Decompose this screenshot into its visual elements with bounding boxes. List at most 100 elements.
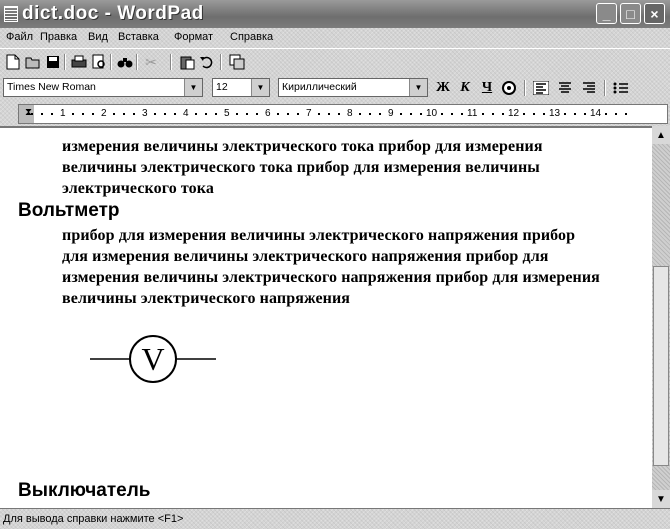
print-icon[interactable]: [70, 53, 88, 71]
undo-icon[interactable]: [198, 53, 216, 71]
script-select[interactable]: Кириллический ▼: [278, 78, 428, 97]
cut-icon[interactable]: ✂: [142, 53, 160, 71]
paste-icon[interactable]: [178, 53, 196, 71]
font-size-select[interactable]: 12 ▼: [212, 78, 270, 97]
close-button[interactable]: ×: [644, 3, 665, 24]
heading-switch: Выключатель: [18, 480, 151, 501]
menu-insert[interactable]: Вставка: [118, 31, 159, 43]
minimize-icon: _: [602, 5, 611, 22]
status-bar: Для вывода справки нажмите <F1>: [0, 508, 670, 529]
format-toolbar: Times New Roman ▼ 12 ▼ Кириллический ▼ Ж…: [0, 75, 670, 101]
ruler-tick: [482, 113, 484, 115]
new-document-icon[interactable]: [4, 53, 22, 71]
ruler-tick: [502, 113, 504, 115]
align-right-icon[interactable]: [580, 79, 598, 97]
doc-line: прибор для измерения величины электричес…: [62, 227, 576, 244]
standard-toolbar: ✂: [0, 48, 670, 75]
ruler-tick: [277, 113, 279, 115]
voltmeter-letter: V: [141, 341, 164, 377]
chevron-down-icon[interactable]: ▼: [409, 79, 427, 96]
ruler-tick: [543, 113, 545, 115]
menu-format[interactable]: Формат: [174, 31, 213, 43]
open-folder-icon[interactable]: [24, 53, 42, 71]
ruler-number: 3: [142, 108, 148, 119]
ruler-tick: [123, 113, 125, 115]
ruler-tick: [174, 113, 176, 115]
ruler-tick: [41, 113, 43, 115]
font-name-value: Times New Roman: [7, 81, 96, 93]
underline-button[interactable]: Ч: [478, 79, 496, 97]
ruler-tick: [584, 113, 586, 115]
vertical-scrollbar[interactable]: ▲ ▼: [652, 126, 670, 508]
ruler-tick: [400, 113, 402, 115]
ruler-tick: [246, 113, 248, 115]
color-palette-icon[interactable]: [500, 79, 518, 97]
ruler-tick: [523, 113, 525, 115]
ruler-number: 2: [101, 108, 107, 119]
print-preview-icon[interactable]: [90, 53, 108, 71]
voltmeter-symbol: V: [90, 335, 216, 383]
doc-line: величины электрического тока прибор для …: [62, 159, 540, 176]
scroll-up-icon[interactable]: ▲: [652, 126, 670, 144]
ruler-number: 11: [467, 108, 478, 119]
menu-help[interactable]: Справка: [230, 31, 273, 43]
bullets-icon[interactable]: [612, 79, 630, 97]
ruler-number: 10: [426, 108, 438, 119]
ruler-number: 7: [306, 108, 312, 119]
chevron-down-icon[interactable]: ▼: [251, 79, 269, 96]
align-left-icon[interactable]: [532, 79, 550, 97]
ruler-number: 8: [347, 108, 353, 119]
ruler-tick: [51, 113, 53, 115]
ruler-tick: [359, 113, 361, 115]
ruler-tick: [31, 113, 33, 115]
doc-line: величины электрического напряжения: [62, 290, 351, 307]
menu-edit[interactable]: Правка: [40, 31, 77, 43]
wordpad-app-icon[interactable]: [4, 6, 18, 22]
window-title: dict.doc - WordPad: [22, 3, 204, 24]
ruler-tick: [379, 113, 381, 115]
ruler-tick: [461, 113, 463, 115]
ruler-tick: [318, 113, 320, 115]
ruler-number: 14: [590, 108, 602, 119]
ruler-number: 13: [549, 108, 561, 119]
script-value: Кириллический: [282, 81, 357, 93]
doc-line: электрического тока: [62, 180, 214, 197]
ruler-tick: [164, 113, 166, 115]
menu-bar: Файл Правка Вид Вставка Формат Справка: [0, 28, 670, 48]
ruler-tick: [154, 113, 156, 115]
chevron-down-icon[interactable]: ▼: [184, 79, 202, 96]
doc-line: измерения величины электрического напряж…: [62, 269, 600, 286]
ruler-tick: [605, 113, 607, 115]
status-text: Для вывода справки нажмите <F1>: [3, 513, 184, 525]
document-editor[interactable]: измерения величины электрического тока п…: [0, 126, 652, 508]
find-icon[interactable]: [116, 53, 134, 71]
ruler-number: 6: [265, 108, 271, 119]
ruler-tick: [420, 113, 422, 115]
scroll-down-icon[interactable]: ▼: [652, 490, 670, 508]
font-name-select[interactable]: Times New Roman ▼: [3, 78, 203, 97]
ruler-tick: [236, 113, 238, 115]
bold-button[interactable]: Ж: [434, 79, 452, 97]
align-center-icon[interactable]: [556, 79, 574, 97]
minimize-button[interactable]: _: [596, 3, 617, 24]
scroll-thumb[interactable]: [653, 266, 669, 466]
ruler-tick: [92, 113, 94, 115]
ruler-tick: [564, 113, 566, 115]
doc-line: измерения величины электрического тока п…: [62, 138, 543, 155]
maximize-button[interactable]: □: [620, 3, 641, 24]
ruler-tick: [328, 113, 330, 115]
ruler-number: 12: [508, 108, 520, 119]
ruler-number: 4: [183, 108, 189, 119]
title-bar[interactable]: dict.doc - WordPad _ □ ×: [0, 0, 670, 28]
menu-view[interactable]: Вид: [88, 31, 108, 43]
save-icon[interactable]: [44, 53, 62, 71]
ruler-tick: [369, 113, 371, 115]
ruler-tick: [338, 113, 340, 115]
italic-button[interactable]: К: [456, 79, 474, 97]
ruler-tick: [133, 113, 135, 115]
ruler-tick: [441, 113, 443, 115]
ruler[interactable]: ⧗ 1 2 3 4 5 6 7 8 9 10 11 12 13 14: [18, 104, 668, 124]
menu-file[interactable]: Файл: [6, 31, 33, 43]
ruler-tick: [72, 113, 74, 115]
insert-datetime-icon[interactable]: [228, 53, 246, 71]
